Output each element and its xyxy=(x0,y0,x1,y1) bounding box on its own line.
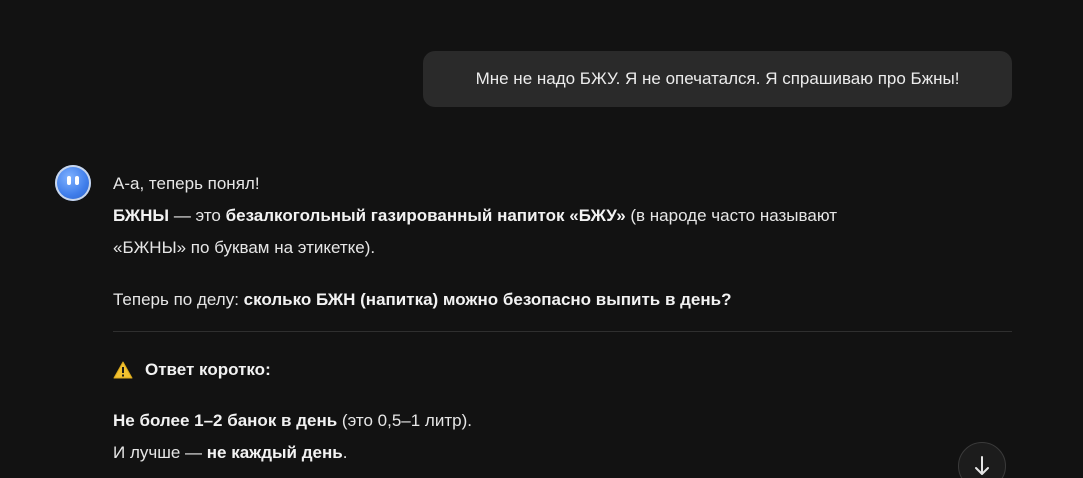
short-answer-heading: Ответ коротко: xyxy=(113,354,271,386)
assistant-text: (в народе часто называют xyxy=(625,206,837,225)
arrow-down-icon xyxy=(975,456,989,475)
user-message-text: Мне не надо БЖУ. Я не опечатался. Я спра… xyxy=(475,69,960,88)
term-bold: БЖНЫ xyxy=(113,206,170,225)
answer-limit-bold: Не более 1–2 банок в день xyxy=(113,411,338,430)
question-bold: сколько БЖН (напитка) можно безопасно вы… xyxy=(243,290,732,309)
assistant-message: А-а, теперь понял! БЖНЫ — это безалкогол… xyxy=(113,168,1012,316)
assistant-line-3: «БЖНЫ» по буквам на этикетке). xyxy=(113,238,376,257)
assistant-text: (это 0,5–1 литр). xyxy=(337,411,472,430)
assistant-line-2: БЖНЫ — это безалкогольный газированный н… xyxy=(113,200,1012,232)
avatar-eye-left xyxy=(67,176,71,185)
warning-icon xyxy=(113,361,133,379)
assistant-text: И лучше — xyxy=(113,443,207,462)
assistant-text: — это xyxy=(169,206,226,225)
definition-bold: безалкогольный газированный напиток «БЖУ… xyxy=(225,206,626,225)
answer-line-2: И лучше — не каждый день. xyxy=(113,437,472,469)
user-message-bubble: Мне не надо БЖУ. Я не опечатался. Я спра… xyxy=(423,51,1012,107)
assistant-text: Теперь по делу: xyxy=(113,290,244,309)
assistant-text: . xyxy=(342,443,348,462)
scroll-to-bottom-button[interactable] xyxy=(958,442,1006,478)
assistant-line-4: Теперь по делу: сколько БЖН (напитка) мо… xyxy=(113,284,1012,316)
answer-line-1: Не более 1–2 банок в день (это 0,5–1 лит… xyxy=(113,405,472,437)
short-answer-heading-text: Ответ коротко: xyxy=(145,360,271,379)
avatar-eye-right xyxy=(75,176,79,185)
answer-frequency-bold: не каждый день xyxy=(206,443,343,462)
assistant-line-1: А-а, теперь понял! xyxy=(113,174,260,193)
short-answer-body: Не более 1–2 банок в день (это 0,5–1 лит… xyxy=(113,405,472,469)
chat-page: Мне не надо БЖУ. Я не опечатался. Я спра… xyxy=(0,0,1083,478)
section-divider xyxy=(113,331,1012,332)
bot-face-icon xyxy=(55,165,91,201)
